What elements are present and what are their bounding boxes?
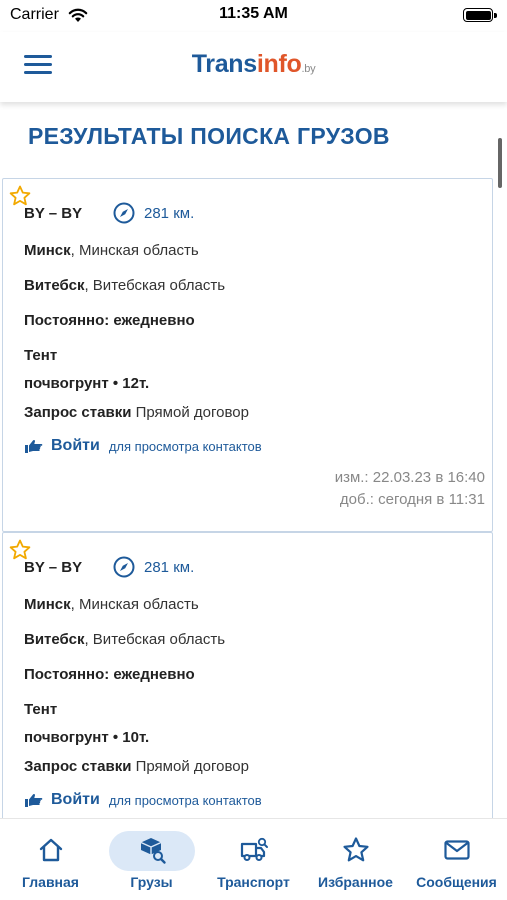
loading-city: Минск	[24, 242, 71, 259]
rate-info: Запрос ставки Прямой договор	[24, 758, 249, 775]
schedule: Постоянно: ежедневно	[24, 312, 195, 329]
scrollbar[interactable]	[498, 138, 502, 188]
truck-type: Тент	[24, 701, 58, 718]
schedule-value: : ежедневно	[104, 312, 195, 329]
cargo-card[interactable]: BY – BY 281 км. Минск, Минская область В…	[2, 532, 493, 832]
pointing-hand-icon	[25, 439, 43, 453]
cargo-description: почвогрунт • 12т.	[24, 375, 150, 392]
compass-icon	[113, 556, 135, 578]
unloading-place: Витебск, Витебская область	[24, 631, 225, 648]
modified-date: изм.: 22.03.23 в 16:40	[334, 469, 485, 486]
unloading-region: , Витебская область	[84, 277, 226, 294]
distance-value: 281 км.	[144, 558, 195, 576]
loading-place: Минск, Минская область	[24, 242, 199, 259]
bottom-tab-bar: Главная Грузы Транспорт Избранное Сообще…	[0, 818, 507, 900]
star-icon	[342, 837, 369, 862]
distance-value: 281 км.	[144, 204, 195, 222]
schedule-label: Постоянно	[24, 666, 105, 683]
login-prompt: Войти для просмотра контактов	[24, 437, 262, 455]
tab-label: Избранное	[318, 874, 393, 890]
truck-search-icon	[240, 837, 268, 861]
unloading-city: Витебск	[24, 277, 85, 294]
rate-value: Прямой договор	[131, 758, 249, 775]
loading-region: , Минская область	[70, 242, 199, 259]
unloading-city: Витебск	[24, 631, 85, 648]
schedule-label: Постоянно	[24, 312, 105, 329]
home-icon	[39, 838, 62, 862]
battery-icon	[463, 8, 497, 22]
page-title: РЕЗУЛЬТАТЫ ПОИСКА ГРУЗОВ	[28, 123, 390, 149]
pointing-hand-icon	[25, 793, 43, 807]
transinfo-logo: Transinfo.by	[191, 50, 316, 78]
app-header: Transinfo.by	[0, 32, 507, 102]
envelope-icon	[443, 840, 470, 860]
unloading-place: Витебск, Витебская область	[24, 277, 225, 294]
tab-label: Транспорт	[217, 874, 290, 890]
distance[interactable]: 281 км.	[113, 556, 194, 578]
tab-label: Сообщения	[416, 874, 497, 890]
login-hint: для просмотра контактов	[108, 792, 262, 808]
tab-label: Грузы	[130, 874, 173, 890]
cargo-card[interactable]: BY – BY 281 км. Минск, Минская область В…	[2, 178, 493, 532]
truck-type: Тент	[24, 347, 58, 364]
loading-city: Минск	[24, 596, 71, 613]
schedule: Постоянно: ежедневно	[24, 666, 195, 683]
rate-label: Запрос ставки	[24, 404, 132, 421]
status-time: 11:35 AM	[219, 5, 288, 22]
cargo-box-search-icon	[140, 838, 166, 864]
distance[interactable]: 281 км.	[113, 202, 194, 224]
rate-label: Запрос ставки	[24, 758, 132, 775]
login-hint: для просмотра контактов	[108, 438, 262, 454]
login-link[interactable]: Войти	[51, 437, 100, 455]
rate-value: Прямой договор	[131, 404, 249, 421]
loading-region: , Минская область	[70, 596, 199, 613]
loading-place: Минск, Минская область	[24, 596, 199, 613]
compass-icon	[113, 202, 135, 224]
unloading-region: , Витебская область	[84, 631, 226, 648]
status-bar: Carrier 11:35 AM	[0, 0, 507, 32]
route-countries: BY – BY	[24, 205, 83, 222]
rate-info: Запрос ставки Прямой договор	[24, 404, 249, 421]
schedule-value: : ежедневно	[104, 666, 195, 683]
added-date: доб.: сегодня в 11:31	[339, 491, 485, 508]
cargo-description: почвогрунт • 10т.	[24, 729, 150, 746]
login-prompt: Войти для просмотра контактов	[24, 791, 262, 809]
tab-label: Главная	[22, 874, 79, 890]
login-link[interactable]: Войти	[51, 791, 100, 809]
route-countries: BY – BY	[24, 559, 83, 576]
